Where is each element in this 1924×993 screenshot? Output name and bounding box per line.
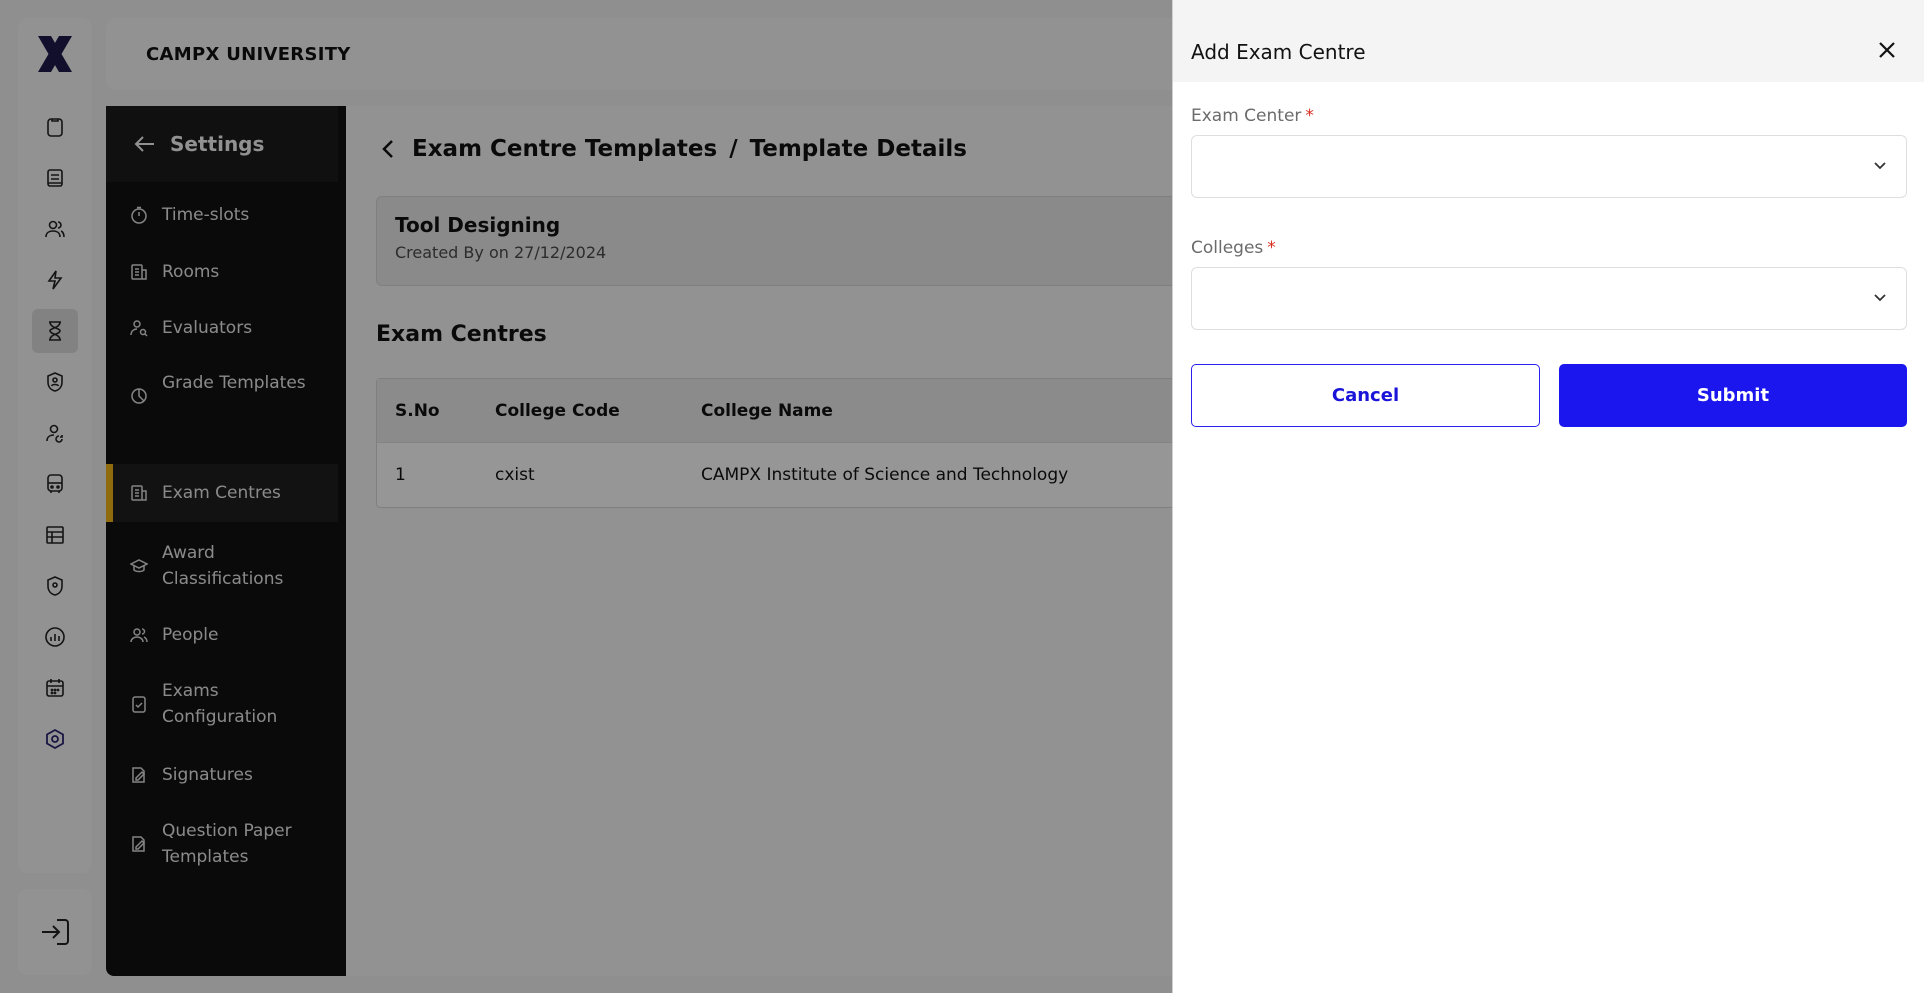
submit-button[interactable]: Submit — [1559, 364, 1907, 427]
exam-center-select[interactable] — [1191, 135, 1907, 198]
drawer-header: Add Exam Centre — [1173, 0, 1924, 82]
cancel-button[interactable]: Cancel — [1191, 364, 1540, 427]
colleges-label-text: Colleges — [1191, 238, 1264, 258]
required-marker: * — [1267, 238, 1276, 258]
chevron-down-icon — [1872, 290, 1888, 310]
required-marker: * — [1305, 106, 1314, 126]
chevron-down-icon — [1872, 158, 1888, 178]
exam-center-label-text: Exam Center — [1191, 106, 1302, 126]
add-exam-centre-drawer: Add Exam Centre Exam Center * Colleges * C… — [1172, 0, 1924, 993]
colleges-label: Colleges * — [1191, 238, 1276, 258]
drawer-title: Add Exam Centre — [1191, 40, 1366, 64]
colleges-select[interactable] — [1191, 267, 1907, 330]
close-icon[interactable] — [1873, 36, 1901, 64]
exam-center-label: Exam Center * — [1191, 106, 1314, 126]
